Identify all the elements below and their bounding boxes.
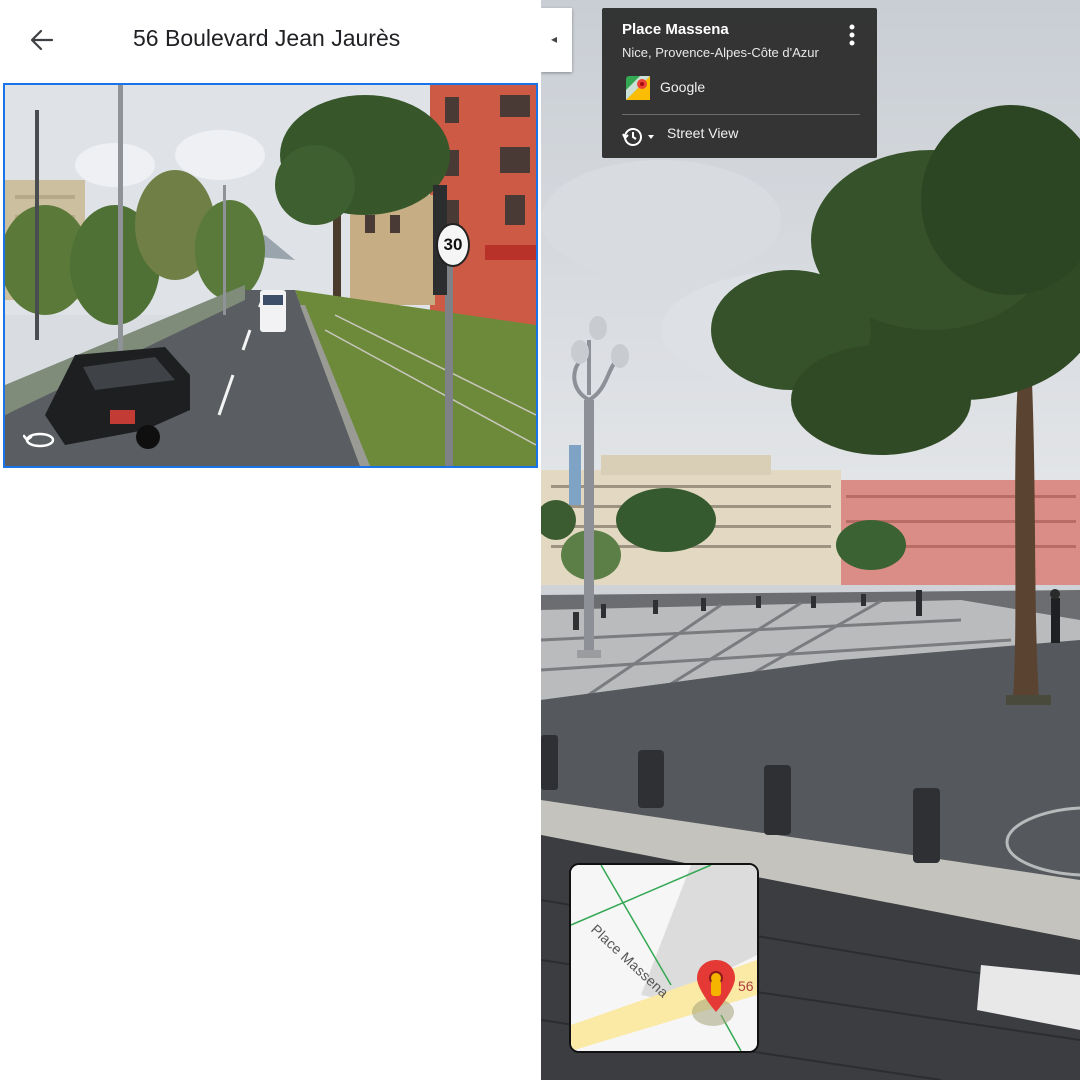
divider — [622, 114, 860, 115]
time-travel-button[interactable] — [622, 124, 660, 150]
provider-label: Google — [660, 79, 706, 95]
page-title: 56 Boulevard Jean Jaurès — [133, 25, 401, 51]
street-view-thumbnail[interactable]: 30 — [3, 83, 538, 468]
mini-map[interactable]: Place Massena 56 — [569, 863, 759, 1053]
collapse-panel-button[interactable]: ◂ — [541, 8, 572, 72]
back-button[interactable] — [22, 20, 62, 60]
rotate-360-icon[interactable] — [23, 428, 57, 452]
more-vertical-icon — [849, 24, 855, 46]
google-maps-icon — [626, 76, 650, 100]
speed-limit-sign: 30 — [436, 223, 470, 267]
more-options-button[interactable] — [842, 22, 862, 50]
location-pin-icon — [697, 960, 735, 1012]
speed-limit-value: 30 — [443, 235, 463, 254]
history-icon — [622, 128, 654, 146]
panel-header: 56 Boulevard Jean Jaurès — [0, 0, 541, 80]
place-region: Nice, Provence-Alpes-Côte d'Azur — [622, 45, 819, 60]
location-info-card: Place Massena Nice, Provence-Alpes-Côte … — [602, 8, 877, 158]
side-panel: 56 Boulevard Jean Jaurès 30 — [0, 0, 541, 1080]
map-house-number: 56 — [738, 978, 754, 994]
street-view-label: Street View — [667, 125, 739, 141]
chevron-left-icon: ◂ — [551, 32, 558, 46]
street-view-panorama[interactable]: ◂ Place Massena Nice, Provence-Alpes-Côt… — [541, 0, 1080, 1080]
arrow-left-icon — [30, 29, 54, 51]
place-name: Place Massena — [622, 21, 729, 38]
